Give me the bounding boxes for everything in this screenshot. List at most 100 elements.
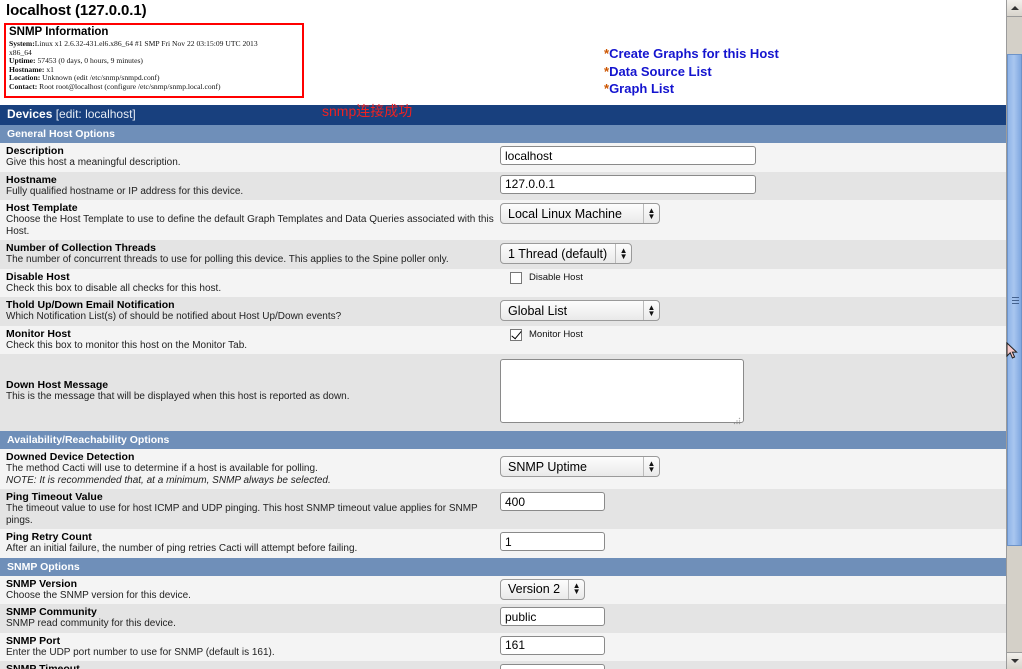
field-row-host-template: Host Template Choose the Host Template t… <box>0 200 1006 240</box>
field-title: Downed Device Detection <box>6 451 135 463</box>
field-control-cell: Global List ▲ ▼ <box>500 297 1006 324</box>
field-control-cell <box>500 172 1006 197</box>
chevron-updown-icon: ▲ ▼ <box>643 204 659 223</box>
field-label-cell: Ping Timeout Value The timeout value to … <box>0 489 500 529</box>
field-description: This is the message that will be display… <box>6 391 350 402</box>
down-host-message-wrap <box>500 359 744 428</box>
field-row-down-host-message: Down Host Message This is the message th… <box>0 354 1006 431</box>
data-source-list-link[interactable]: Data Source List <box>609 64 712 79</box>
down-host-message-textarea[interactable] <box>500 359 744 423</box>
devices-header-subtitle: [edit: localhost] <box>55 107 136 121</box>
field-control-cell <box>500 529 1006 554</box>
field-label-cell: SNMP Timeout The maximum number of milli… <box>0 661 500 669</box>
collection-threads-select[interactable]: 1 Thread (default) ▲ ▼ <box>500 243 633 264</box>
hostname-input[interactable] <box>500 174 756 194</box>
field-control-cell <box>500 633 1006 658</box>
field-label-cell: Number of Collection Threads The number … <box>0 240 500 269</box>
snmp-version-select[interactable]: Version 2 ▲ ▼ <box>500 578 586 600</box>
page-title: localhost (127.0.0.1) <box>6 2 147 19</box>
disable-host-checkbox-label: Disable Host <box>529 272 583 283</box>
page-viewport: localhost (127.0.0.1) SNMP Information S… <box>0 0 1006 669</box>
field-label-cell: Thold Up/Down Email Notification Which N… <box>0 297 500 326</box>
browser-page: localhost (127.0.0.1) SNMP Information S… <box>0 0 1022 669</box>
field-control-cell: 1 Thread (default) ▲ ▼ <box>500 240 1006 267</box>
scrollbar-grip-icon <box>1012 297 1019 304</box>
snmp-line-label: Contact: <box>9 81 38 91</box>
disable-host-checkbox[interactable] <box>510 271 522 284</box>
action-links: *Create Graphs for this Host *Data Sourc… <box>604 45 779 98</box>
field-label-cell: Host Template Choose the Host Template t… <box>0 200 500 240</box>
field-control-cell <box>500 143 1006 168</box>
field-title: Host Template <box>6 202 78 214</box>
scroll-down-button[interactable] <box>1007 652 1022 669</box>
field-description: SNMP read community for this device. <box>6 618 176 629</box>
host-template-select[interactable]: Local Linux Machine ▲ ▼ <box>500 203 660 224</box>
field-label-cell: SNMP Version Choose the SNMP version for… <box>0 576 500 605</box>
field-title: Hostname <box>6 173 57 186</box>
field-description: The timeout value to use for host ICMP a… <box>6 503 478 526</box>
scrollbar-thumb[interactable] <box>1007 54 1022 546</box>
field-description: Check this box to monitor this host on t… <box>6 339 248 351</box>
snmp-timeout-input[interactable] <box>500 664 605 669</box>
annotation-text: snmp连接成功 <box>322 103 413 119</box>
field-label-cell: Monitor Host Check this box to monitor t… <box>0 326 500 355</box>
field-row-snmp-version: SNMP Version Choose the SNMP version for… <box>0 575 1006 605</box>
field-title: SNMP Port <box>6 634 61 647</box>
monitor-host-checkbox-label: Monitor Host <box>529 329 583 340</box>
field-label-cell: Down Host Message This is the message th… <box>0 354 500 406</box>
field-control-cell: SNMP Uptime ▲ ▼ <box>500 449 1006 480</box>
vertical-scrollbar[interactable] <box>1006 0 1022 669</box>
thold-notification-select[interactable]: Global List ▲ ▼ <box>500 300 660 321</box>
field-label-cell: Ping Retry Count After an initial failur… <box>0 529 500 558</box>
section-header-availability-options: Availability/Reachability Options <box>0 431 1006 449</box>
field-control-cell <box>500 354 1006 431</box>
snmp-version-value: Version 2 <box>508 582 561 596</box>
snmp-line: System:Linux x1 2.6.32-431.el6.x86_64 #1… <box>9 39 299 49</box>
field-control-cell <box>500 489 1006 514</box>
graph-list-link[interactable]: Graph List <box>609 81 674 96</box>
field-row-hostname: Hostname Fully qualified hostname or IP … <box>0 171 1006 201</box>
ping-retry-count-input[interactable] <box>500 532 605 551</box>
field-description: Give this host a meaningful description. <box>6 157 181 168</box>
downed-device-detection-select[interactable]: SNMP Uptime ▲ ▼ <box>500 456 660 477</box>
field-title: Number of Collection Threads <box>6 242 156 254</box>
create-graphs-link[interactable]: Create Graphs for this Host <box>609 46 779 61</box>
action-link-row: *Data Source List <box>604 63 779 81</box>
collection-threads-value: 1 Thread (default) <box>508 246 608 261</box>
monitor-host-checkbox-row[interactable]: Monitor Host <box>500 328 1000 341</box>
disable-host-checkbox-row[interactable]: Disable Host <box>500 271 1000 284</box>
snmp-port-input[interactable] <box>500 635 605 655</box>
thold-notification-value: Global List <box>508 303 568 318</box>
field-row-disable-host: Disable Host Check this box to disable a… <box>0 268 1006 297</box>
field-control-cell <box>500 661 1006 669</box>
snmp-community-input[interactable] <box>500 607 605 626</box>
action-link-row: *Graph List <box>604 80 779 98</box>
chevron-up-icon <box>1010 6 1019 10</box>
field-label-cell: Downed Device Detection The method Cacti… <box>0 449 500 489</box>
field-title: Disable Host <box>6 270 70 283</box>
field-description: The method Cacti will use to determine i… <box>6 463 318 474</box>
field-row-ping-timeout: Ping Timeout Value The timeout value to … <box>0 489 1006 529</box>
field-control-cell: Disable Host <box>500 269 1006 287</box>
section-header-snmp-options: SNMP Options <box>0 557 1006 576</box>
downed-device-detection-value: SNMP Uptime <box>508 459 587 474</box>
field-title: SNMP Version <box>6 577 77 590</box>
devices-header-title: Devices <box>7 107 53 121</box>
field-title: Thold Up/Down Email Notification <box>6 299 175 311</box>
field-control-cell <box>500 604 1006 629</box>
snmp-line: Contact: Root root@localhost (configure … <box>9 81 299 92</box>
field-description: Enter the UDP port number to use for SNM… <box>6 646 275 658</box>
field-description: Which Notification List(s) of should be … <box>6 311 342 322</box>
scroll-up-button[interactable] <box>1007 0 1022 17</box>
host-summary-region: SNMP Information System:Linux x1 2.6.32-… <box>0 23 1006 119</box>
description-input[interactable] <box>500 146 756 165</box>
field-label-cell: Hostname Fully qualified hostname or IP … <box>0 172 500 201</box>
field-title: Monitor Host <box>6 327 71 340</box>
chevron-updown-icon: ▲ ▼ <box>568 579 584 599</box>
ping-timeout-input[interactable] <box>500 492 605 511</box>
devices-header-bar: Devices [edit: localhost] <box>0 105 1006 125</box>
section-header-general-host-options: General Host Options <box>0 125 1006 143</box>
field-title: Ping Retry Count <box>6 531 92 543</box>
monitor-host-checkbox[interactable] <box>510 328 522 341</box>
chevron-updown-icon: ▲ ▼ <box>643 457 659 476</box>
